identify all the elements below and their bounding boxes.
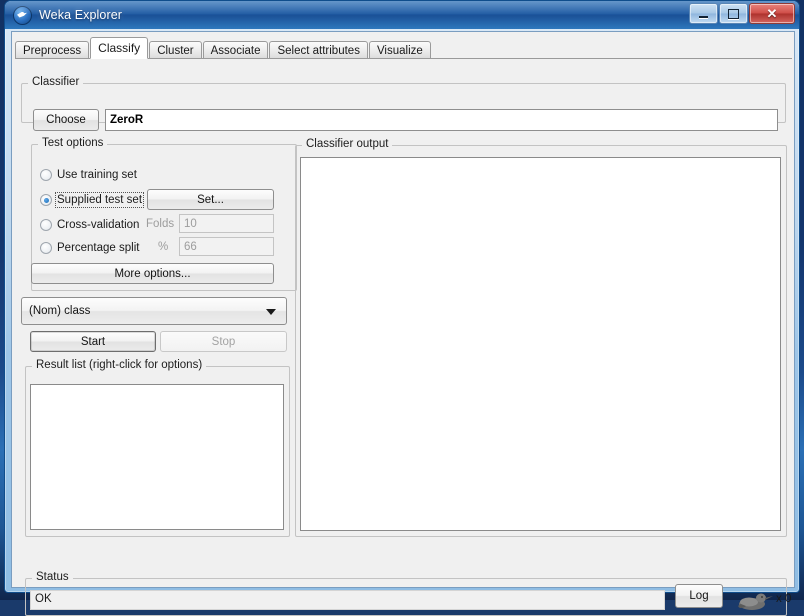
radio-icon-cross-validation	[40, 219, 52, 231]
percent-label: %	[158, 241, 168, 253]
radio-icon-use-training-set	[40, 169, 52, 181]
classifier-output-group-label: Classifier output	[302, 138, 392, 150]
tab-cluster[interactable]: Cluster	[149, 41, 201, 59]
set-button[interactable]: Set...	[147, 189, 274, 210]
chevron-down-icon	[266, 309, 276, 315]
title-bar[interactable]: Weka Explorer ✕	[5, 1, 799, 29]
radio-label-percentage-split: Percentage split	[57, 242, 139, 254]
result-list-panel[interactable]	[30, 384, 284, 530]
tab-visualize[interactable]: Visualize	[369, 41, 431, 59]
maximize-button[interactable]	[719, 3, 748, 24]
radio-cross-validation[interactable]: Cross-validation	[40, 219, 139, 231]
status-message: OK	[35, 593, 52, 605]
class-attribute-combo[interactable]: (Nom) class	[21, 297, 287, 325]
tab-associate[interactable]: Associate	[203, 41, 269, 59]
status-message-panel	[30, 590, 665, 610]
radio-icon-supplied-test-set	[40, 194, 52, 206]
weka-bird-icon	[13, 6, 32, 25]
close-button[interactable]: ✕	[749, 3, 795, 24]
client-area: Preprocess Classify Cluster Associate Se…	[11, 31, 795, 588]
classifier-output-text	[301, 158, 780, 166]
tab-classify[interactable]: Classify	[90, 37, 148, 59]
maximize-icon	[728, 9, 739, 19]
choose-button[interactable]: Choose	[33, 109, 99, 131]
result-list-group-label: Result list (right-click for options)	[32, 359, 206, 371]
weka-explorer-window: Weka Explorer ✕ Preprocess Classify Clus…	[4, 0, 800, 593]
weka-bird-animation-icon	[734, 590, 774, 612]
start-button[interactable]: Start	[30, 331, 156, 352]
radio-use-training-set[interactable]: Use training set	[40, 169, 137, 181]
radio-icon-percentage-split	[40, 242, 52, 254]
test-options-group-label: Test options	[38, 137, 107, 149]
folds-field[interactable]: 10	[179, 214, 274, 233]
radio-label-use-training-set: Use training set	[57, 169, 137, 181]
class-attribute-value: (Nom) class	[29, 305, 90, 317]
tab-select-attributes[interactable]: Select attributes	[269, 41, 367, 59]
stop-button: Stop	[160, 331, 287, 352]
radio-label-supplied-test-set: Supplied test set	[57, 194, 142, 206]
classifier-value-field[interactable]: ZeroR	[105, 109, 778, 131]
bird-counter: x 0	[776, 593, 791, 605]
close-icon: ✕	[767, 6, 778, 22]
folds-label: Folds	[146, 218, 174, 230]
log-button[interactable]: Log	[675, 584, 723, 608]
more-options-button[interactable]: More options...	[31, 263, 274, 284]
window-title: Weka Explorer	[39, 8, 122, 22]
minimize-button[interactable]	[689, 3, 718, 24]
classifier-group-label: Classifier	[28, 76, 83, 88]
window-controls: ✕	[689, 3, 795, 24]
tab-strip: Preprocess Classify Cluster Associate Se…	[15, 37, 794, 59]
classifier-output-panel[interactable]	[300, 157, 781, 531]
tab-preprocess[interactable]: Preprocess	[15, 41, 89, 59]
radio-percentage-split[interactable]: Percentage split	[40, 242, 139, 254]
status-group-label: Status	[32, 571, 73, 583]
minimize-icon	[699, 16, 708, 18]
percent-field[interactable]: 66	[179, 237, 274, 256]
radio-supplied-test-set[interactable]: Supplied test set	[40, 194, 142, 206]
radio-label-cross-validation: Cross-validation	[57, 219, 139, 231]
